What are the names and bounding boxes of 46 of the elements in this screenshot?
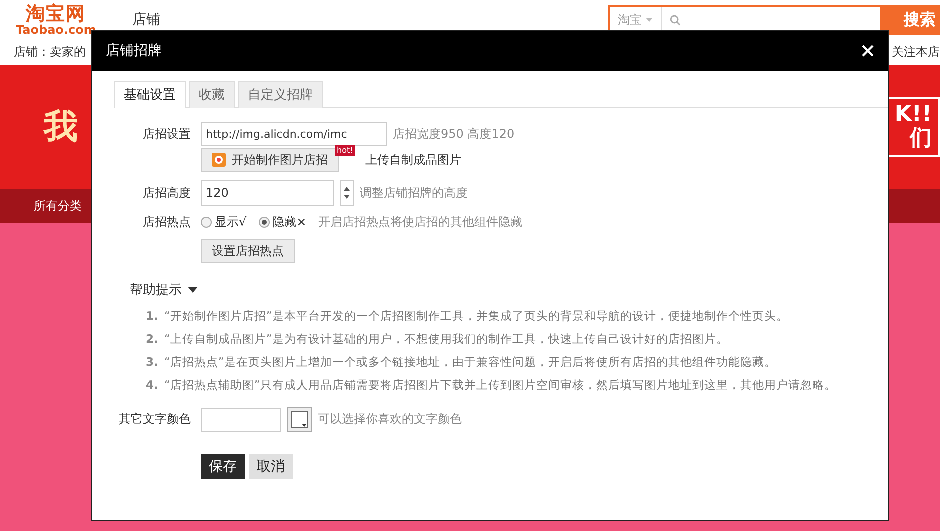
hot-badge: hot! <box>335 145 356 156</box>
category-link[interactable]: 所有分类 <box>34 198 82 214</box>
caret-icon <box>646 18 653 22</box>
help-text: “店招热点”是在页头图片上增加一个或多个链接地址，由于兼容性问题，开启后将使所有店招的其他组件功能隐藏。 <box>164 355 776 370</box>
help-text: “开始制作图片店招”是本平台开发的一个店招图制作工具，并集成了页头的背景和导航的设计，便捷地制作个性页头。 <box>164 309 788 324</box>
tab[interactable]: 自定义招牌 <box>238 81 323 108</box>
color-hint: 可以选择你喜欢的文字颜色 <box>318 411 462 428</box>
nav-title: 店铺 <box>132 11 160 29</box>
stepper-button[interactable] <box>340 180 354 206</box>
url-field[interactable]: http://img.alicdn.com/imc <box>201 122 387 146</box>
height-field[interactable]: 120 <box>201 180 334 206</box>
close-button[interactable] <box>862 45 874 57</box>
tab[interactable]: 基础设置 <box>114 81 186 108</box>
cancel-button[interactable]: 取消 <box>249 454 293 479</box>
close-icon <box>862 45 874 57</box>
hotspot-hint: 开启店招热点将使店招的其他组件隐藏 <box>318 214 523 231</box>
list-number: 4. <box>146 378 158 393</box>
color-swatch-icon <box>291 411 308 428</box>
set-hotspot-button[interactable]: 设置店招热点 <box>201 239 295 263</box>
help-text: “上传自制成品图片”是为有设计基础的用户，不想使用我们的制作工具，快速上传自己设计好的店招图片。 <box>164 332 728 347</box>
caret-icon <box>188 287 198 293</box>
dialog-title: 店铺招牌 <box>106 42 162 60</box>
help-toggle[interactable]: 帮助提示 <box>130 281 198 299</box>
field-label: 店招高度 <box>142 184 191 202</box>
help-text: “店招热点辅助图”只有成人用品店铺需要将店招图片下载并上传到图片空间审核，然后填写图片地址到这里，其他用户请忽略。 <box>164 378 836 393</box>
search-icon <box>670 14 681 26</box>
field-label: 店招设置 <box>142 126 191 142</box>
shop-label: 店铺：卖家的 <box>14 44 86 61</box>
tab[interactable]: 收藏 <box>189 81 235 108</box>
height-hint: 调整店铺招牌的高度 <box>360 184 468 202</box>
radio-option[interactable]: 显示√ <box>201 214 247 231</box>
site-logo[interactable]: 淘宝网 Taobao.com <box>16 4 96 36</box>
color-field[interactable] <box>201 408 281 432</box>
upload-link[interactable]: 上传自制成品图片 <box>365 152 462 168</box>
color-picker-button[interactable] <box>287 407 312 432</box>
radio-option[interactable]: 隐藏× <box>258 214 307 231</box>
follow-link[interactable]: 关注本店 <box>892 44 940 61</box>
banner-text: 我 <box>44 106 78 149</box>
list-number: 2. <box>146 332 158 347</box>
list-number: 1. <box>146 309 158 324</box>
field-label: 其它文字颜色 <box>118 411 191 428</box>
list-number: 3. <box>146 355 158 370</box>
make-sign-button[interactable]: 开始制作图片店招 <box>201 148 339 172</box>
save-button[interactable]: 保存 <box>201 454 245 479</box>
size-hint: 店招宽度950 高度120 <box>393 126 515 142</box>
field-label: 店招热点 <box>142 214 191 231</box>
